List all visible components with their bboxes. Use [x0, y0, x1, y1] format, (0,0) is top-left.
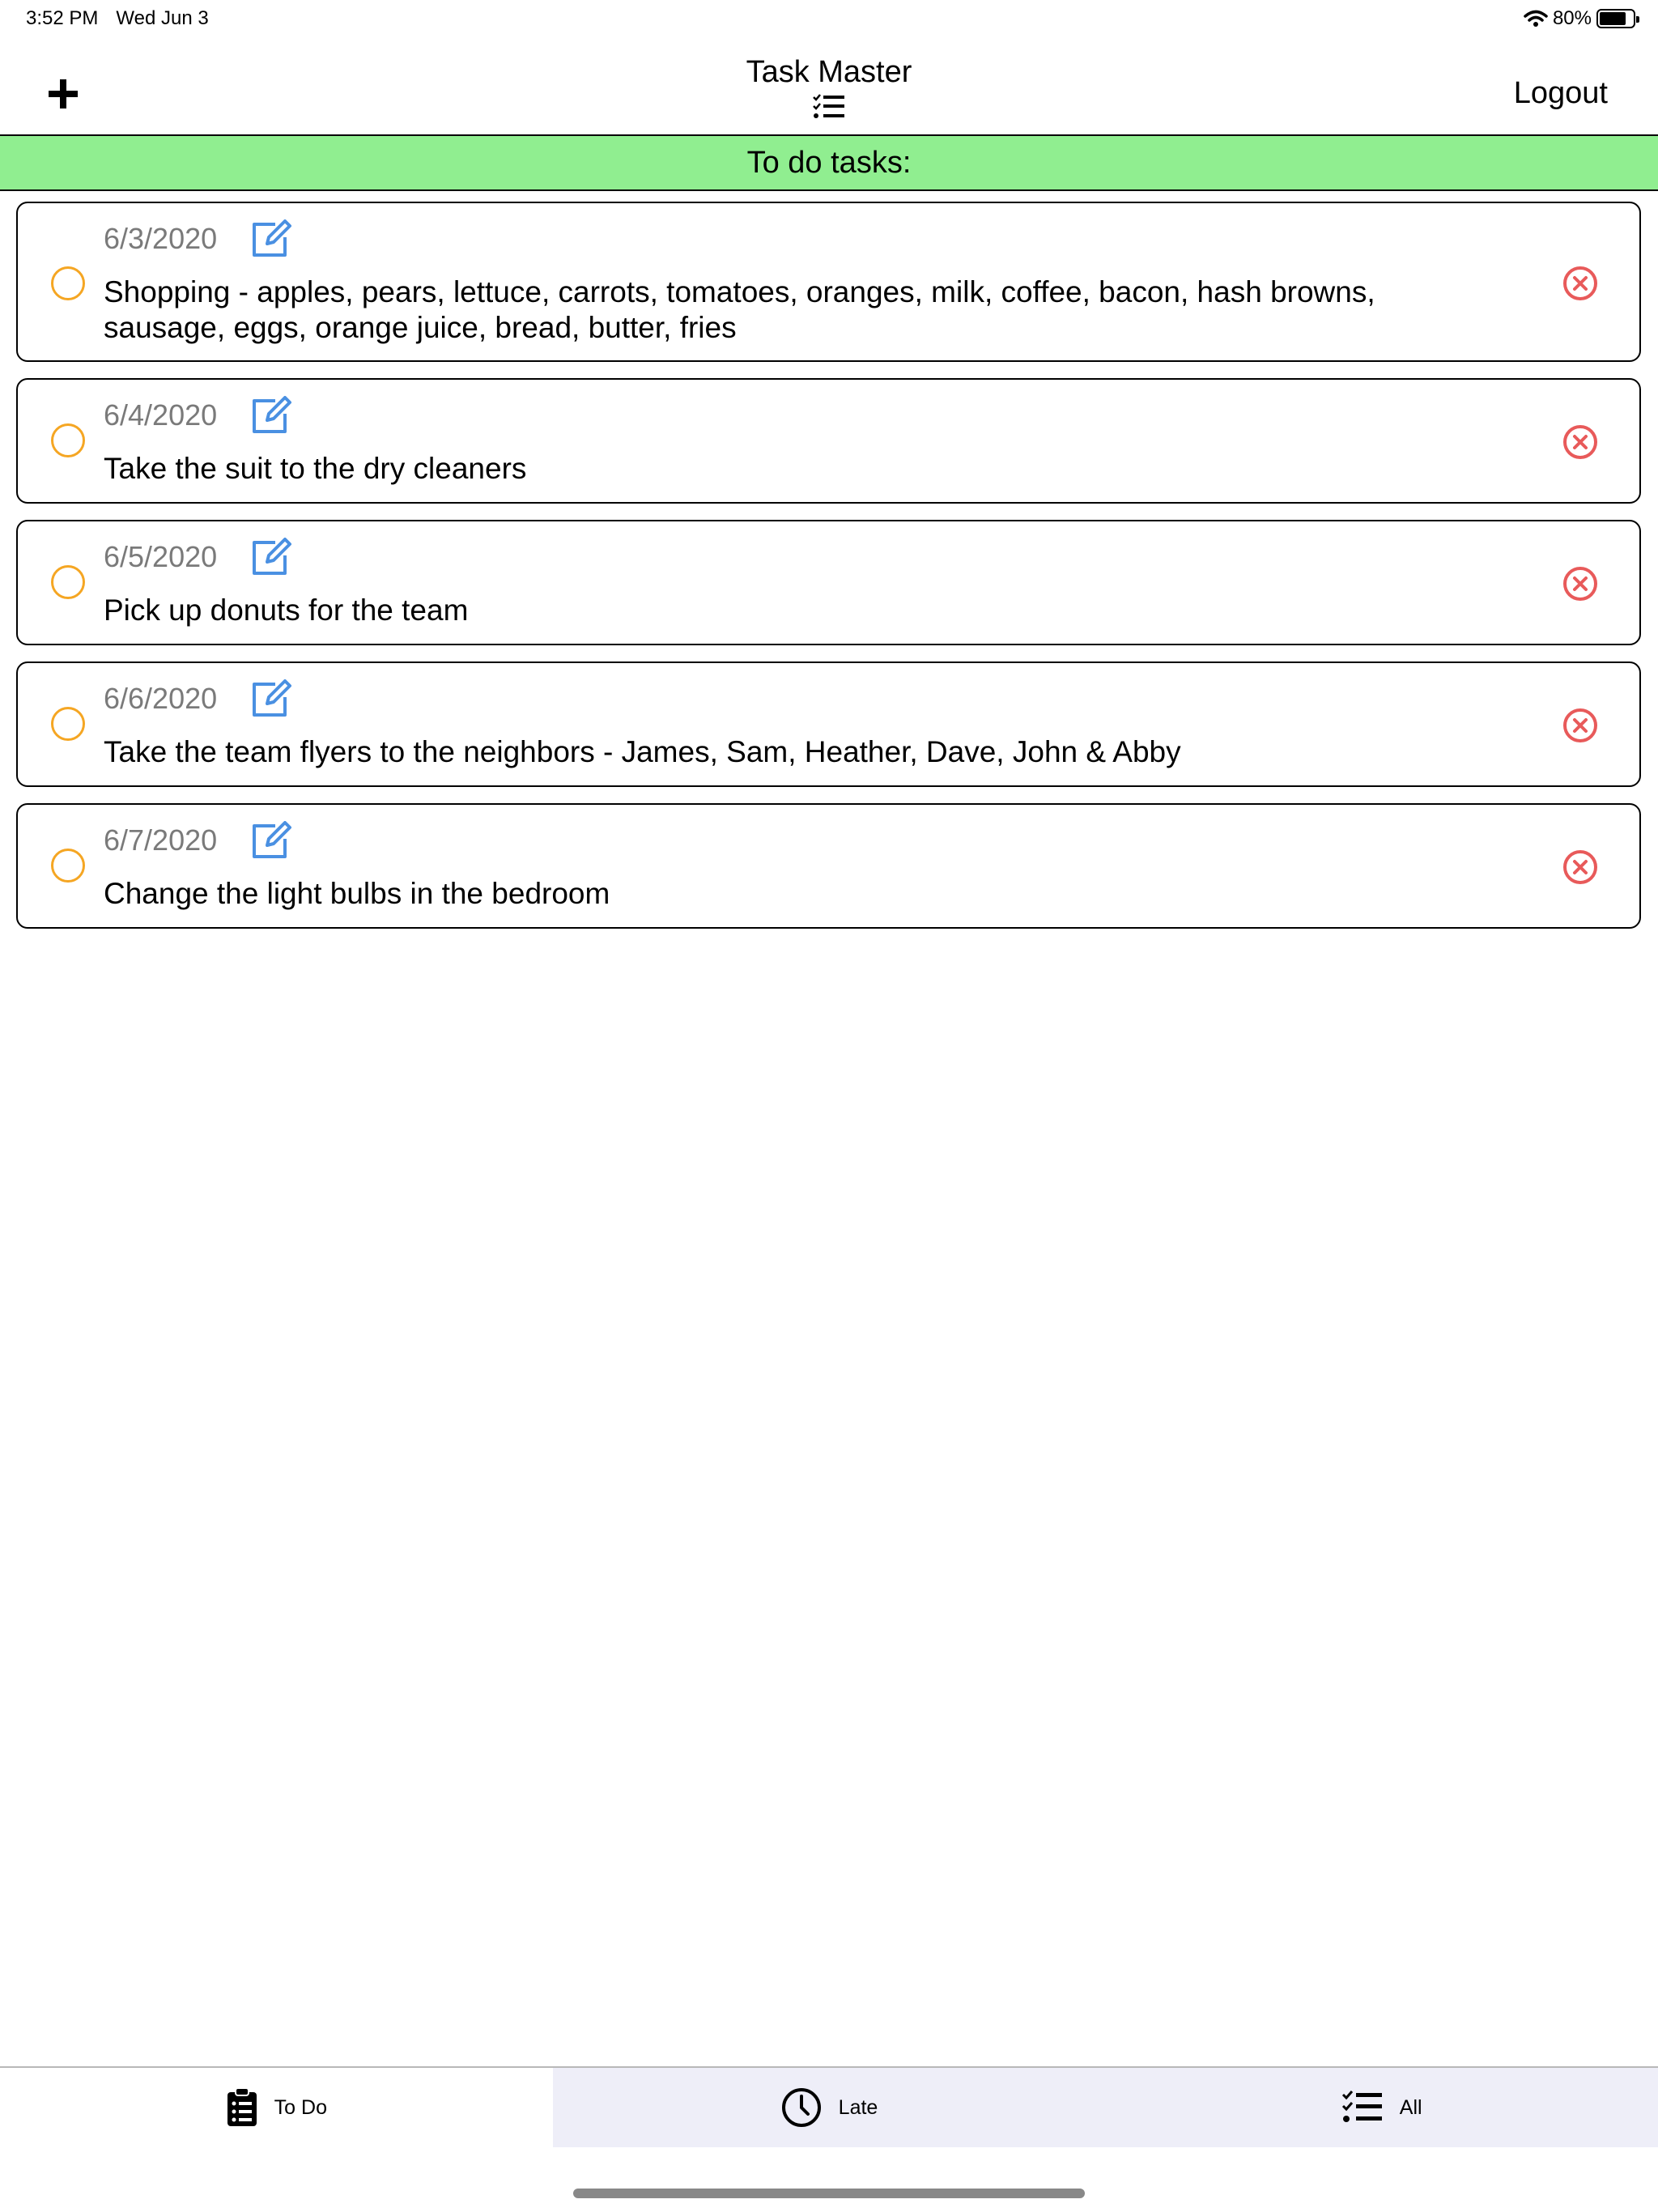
task-card: 6/7/2020 Change the light bulbs in the b…	[16, 803, 1641, 929]
task-date: 6/3/2020	[104, 222, 218, 255]
task-date-row: 6/7/2020	[104, 821, 293, 860]
task-status-circle[interactable]	[51, 849, 85, 883]
edit-icon[interactable]	[249, 821, 293, 860]
task-text: Take the team flyers to the neighbors - …	[104, 735, 1181, 768]
task-date: 6/7/2020	[104, 823, 218, 857]
section-title: To do tasks:	[746, 145, 912, 180]
status-date: Wed Jun 3	[116, 7, 209, 29]
tab-label: Late	[838, 2095, 878, 2119]
task-text: Shopping - apples, pears, lettuce, carro…	[104, 275, 1375, 344]
tab-to-do[interactable]: To Do	[0, 2068, 553, 2147]
wifi-icon	[1524, 10, 1548, 27]
task-text: Pick up donuts for the team	[104, 593, 469, 627]
checklist-icon	[813, 94, 844, 118]
tab-label: All	[1399, 2095, 1422, 2119]
tab-all[interactable]: All	[1105, 2068, 1658, 2147]
battery-tip	[1636, 16, 1639, 23]
task-card: 6/6/2020 Take the team flyers to the nei…	[16, 661, 1641, 787]
status-left: 3:52 PM Wed Jun 3	[26, 7, 209, 30]
status-bar: 3:52 PM Wed Jun 3 80%	[0, 0, 1658, 39]
task-card: 6/4/2020 Take the suit to the dry cleane…	[16, 378, 1641, 504]
logout-button[interactable]: Logout	[1514, 76, 1608, 111]
task-date: 6/5/2020	[104, 540, 218, 573]
task-text: Take the suit to the dry cleaners	[104, 452, 527, 485]
home-indicator[interactable]	[573, 2189, 1085, 2198]
nav-bar: Task Master Logout	[0, 39, 1658, 136]
status-right: 80%	[1524, 7, 1639, 30]
task-date-row: 6/4/2020	[104, 396, 293, 435]
task-date-row: 6/6/2020	[104, 679, 293, 718]
status-time: 3:52 PM	[26, 7, 99, 29]
tab-late[interactable]: Late	[552, 2068, 1106, 2147]
battery-fill	[1600, 12, 1626, 25]
edit-icon[interactable]	[249, 538, 293, 576]
delete-icon[interactable]	[1562, 565, 1599, 602]
delete-icon[interactable]	[1562, 849, 1599, 886]
task-status-circle[interactable]	[51, 565, 85, 599]
task-list: 6/3/2020 Shopping - apples, pears, lettu…	[16, 202, 1641, 945]
delete-icon[interactable]	[1562, 707, 1599, 744]
edit-icon[interactable]	[249, 219, 293, 258]
task-card: 6/3/2020 Shopping - apples, pears, lettu…	[16, 202, 1641, 362]
clock-icon	[781, 2088, 821, 2127]
battery-percent: 80%	[1552, 7, 1592, 29]
task-text: Change the light bulbs in the bedroom	[104, 877, 610, 910]
clipboard-list-icon	[227, 2087, 257, 2126]
task-card: 6/5/2020 Pick up donuts for the team	[16, 520, 1641, 645]
checklist-icon	[1341, 2091, 1382, 2122]
delete-icon[interactable]	[1562, 423, 1599, 461]
task-status-circle[interactable]	[51, 707, 85, 741]
task-date: 6/6/2020	[104, 682, 218, 715]
nav-title-group: Task Master	[0, 55, 1658, 125]
task-status-circle[interactable]	[51, 266, 85, 300]
task-date-row: 6/5/2020	[104, 538, 293, 576]
battery-icon	[1596, 9, 1639, 28]
edit-icon[interactable]	[249, 396, 293, 435]
tab-bar: To Do Late All	[0, 2066, 1658, 2147]
task-status-circle[interactable]	[51, 423, 85, 457]
delete-icon[interactable]	[1562, 265, 1599, 302]
edit-icon[interactable]	[249, 679, 293, 718]
section-header: To do tasks:	[0, 136, 1658, 191]
task-date: 6/4/2020	[104, 398, 218, 432]
app-title: Task Master	[746, 55, 912, 89]
tab-label: To Do	[274, 2095, 327, 2119]
task-date-row: 6/3/2020	[104, 219, 293, 258]
